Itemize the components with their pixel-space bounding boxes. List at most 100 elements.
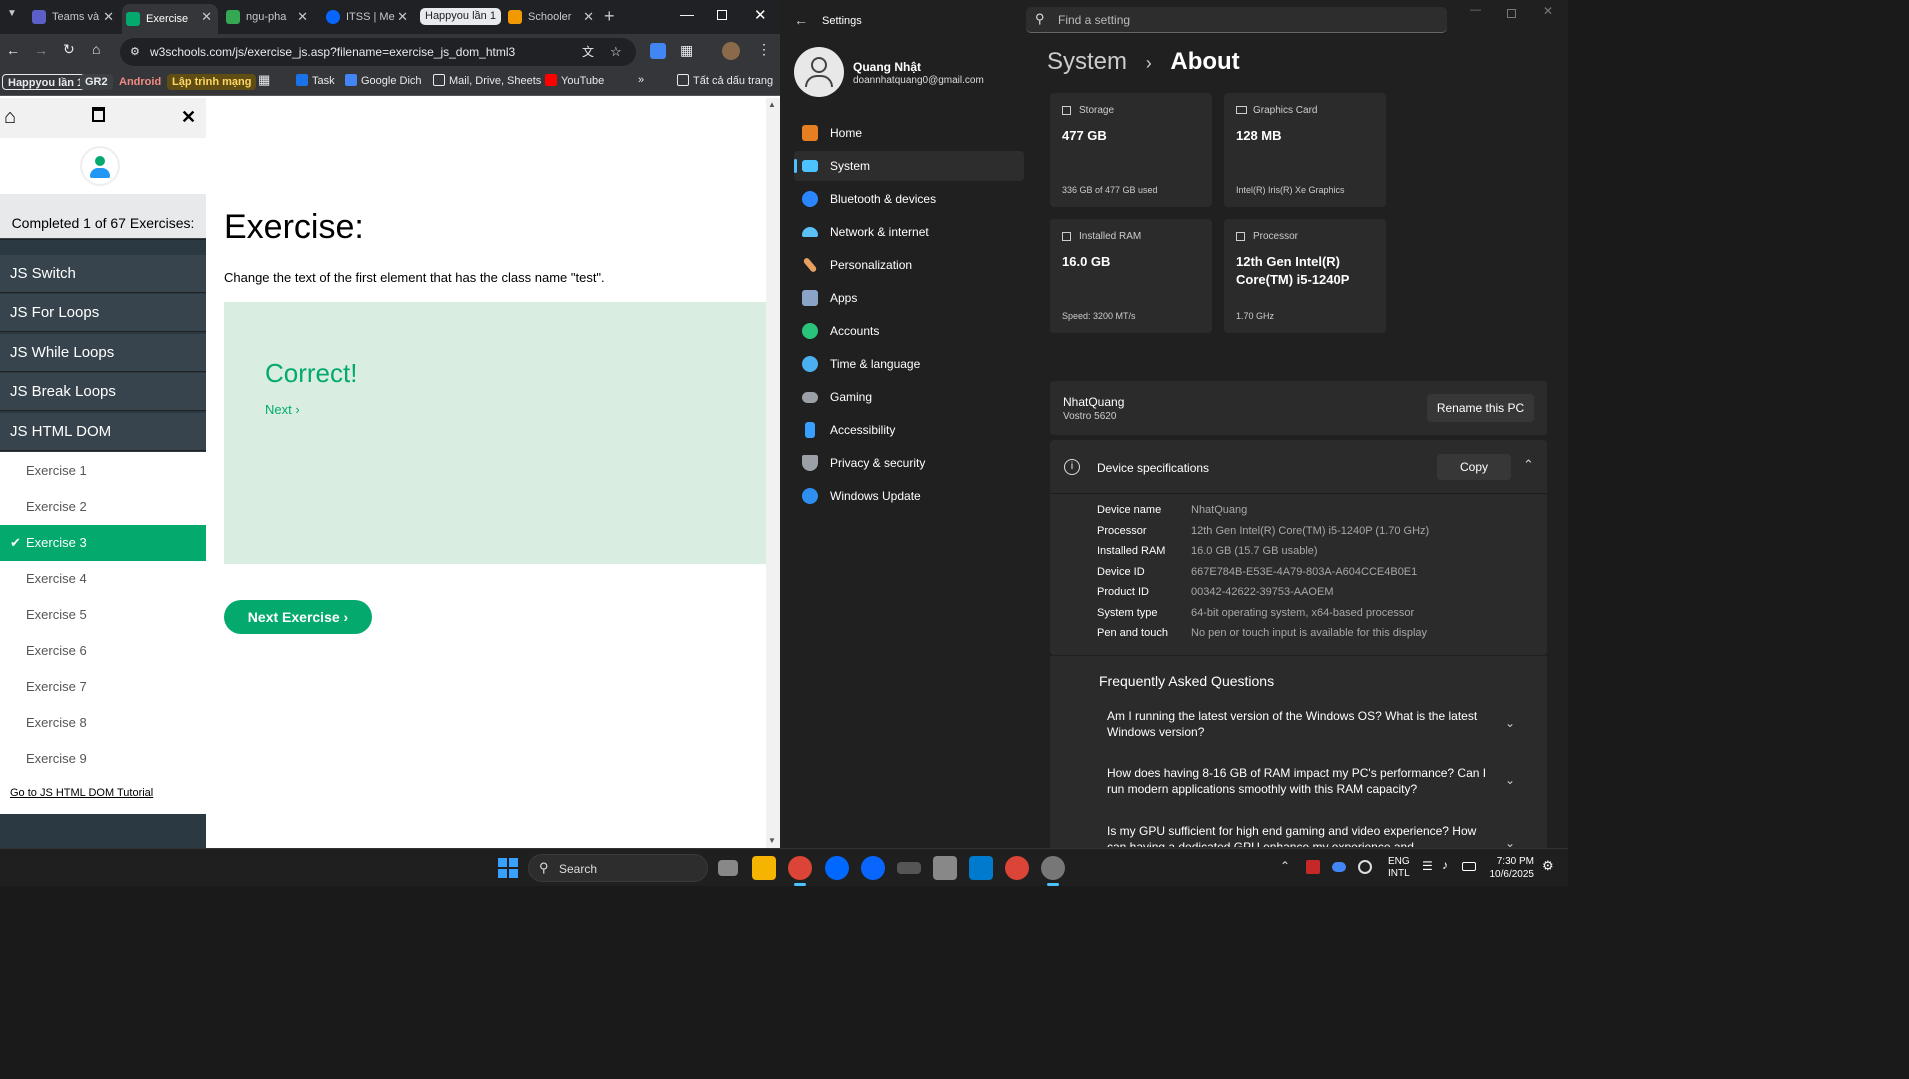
tray-app-icon[interactable] (1332, 862, 1346, 872)
volume-icon[interactable]: ♪ (1442, 858, 1448, 872)
copy-button[interactable]: Copy (1437, 454, 1511, 480)
scroll-down-icon[interactable]: ▼ (768, 836, 776, 845)
bookmark-group-gr2[interactable]: GR2 (80, 74, 113, 90)
processor-card[interactable]: Processor 12th Gen Intel(R) Core(TM) i5-… (1224, 219, 1386, 333)
nav-accessibility[interactable]: Accessibility (794, 415, 1024, 445)
file-explorer-icon[interactable] (752, 856, 776, 880)
chevron-up-icon[interactable]: ⌃ (1523, 457, 1534, 473)
exercise-item-8[interactable]: Exercise 8 (0, 705, 206, 741)
close-window-icon[interactable]: ✕ (1543, 4, 1553, 18)
next-link[interactable]: Next › (265, 402, 300, 417)
storage-card[interactable]: Storage 477 GB 336 GB of 477 GB used (1050, 93, 1212, 207)
close-icon[interactable]: ✕ (297, 9, 308, 25)
sidebar-item-break-loops[interactable]: JS Break Loops (0, 373, 206, 411)
avatar[interactable] (722, 42, 740, 60)
bookmark-task[interactable]: Task (296, 74, 335, 87)
close-icon[interactable]: ✕ (201, 9, 212, 25)
back-icon[interactable]: ← (794, 12, 808, 28)
close-icon[interactable]: ✕ (583, 9, 594, 25)
messenger-icon[interactable] (861, 856, 885, 880)
maximize-icon[interactable] (1507, 9, 1516, 18)
notification-bell-icon[interactable]: ⚙ (1542, 858, 1554, 874)
tray-app-icon[interactable] (1358, 860, 1372, 874)
settings-app-icon[interactable] (1041, 856, 1065, 880)
taskbar-search[interactable]: ⚲ Search (528, 854, 708, 882)
nav-windows-update[interactable]: Windows Update (794, 481, 1024, 511)
faq-item[interactable]: Is my GPU sufficient for high end gaming… (1107, 823, 1492, 847)
app-icon[interactable] (933, 856, 957, 880)
bookmark-group-ltm[interactable]: Lập trình mạng (167, 74, 257, 90)
user-icon[interactable] (80, 146, 120, 186)
tray-app-icon[interactable] (1306, 860, 1320, 874)
apps-grid-icon[interactable]: ▦ (258, 72, 270, 88)
sidebar-item-while-loops[interactable]: JS While Loops (0, 334, 206, 372)
minimize-icon[interactable]: — (1470, 4, 1481, 16)
faq-item[interactable]: How does having 8-16 GB of RAM impact my… (1107, 765, 1492, 797)
tab-teams[interactable]: Teams và ✕ (28, 4, 120, 30)
bookmark-all[interactable]: Tất cả dấu trang (677, 74, 773, 87)
chrome-profile-icon[interactable] (1005, 856, 1029, 880)
exercise-item-6[interactable]: Exercise 6 (0, 633, 206, 669)
nav-home[interactable]: Home (794, 118, 1024, 148)
sidebar-item-for-loops[interactable]: JS For Loops (0, 294, 206, 332)
tab-ngu-phap[interactable]: ngu-pha ✕ (222, 4, 314, 30)
search-input[interactable]: ⚲ Find a setting (1026, 7, 1447, 33)
vscode-icon[interactable] (969, 856, 993, 880)
address-bar[interactable]: ⚙ w3schools.com/js/exercise_js.asp?filen… (120, 38, 636, 66)
clock[interactable]: 7:30 PM 10/6/2025 (1486, 855, 1535, 881)
next-exercise-button[interactable]: Next Exercise › (224, 600, 372, 634)
google-translate-ext-icon[interactable] (650, 43, 666, 59)
forward-icon[interactable]: → (34, 42, 48, 58)
bookmark-star-icon[interactable]: ☆ (610, 38, 622, 66)
battery-icon[interactable] (1462, 862, 1476, 871)
exercise-item-1[interactable]: Exercise 1 (0, 453, 206, 489)
extensions-icon[interactable]: ▦ (680, 42, 693, 59)
trash-icon[interactable] (92, 107, 105, 122)
wifi-icon[interactable]: ☰ (1422, 859, 1433, 873)
close-icon[interactable]: ✕ (181, 107, 196, 128)
tutorial-link[interactable]: Go to JS HTML DOM Tutorial (10, 787, 153, 799)
close-icon[interactable]: ✕ (103, 9, 114, 25)
new-tab-button[interactable]: + (604, 6, 615, 27)
nav-privacy[interactable]: Privacy & security (794, 448, 1024, 478)
task-view-icon[interactable] (718, 860, 738, 876)
site-info-icon[interactable]: ⚙ (130, 38, 140, 66)
nav-gaming[interactable]: Gaming (794, 382, 1024, 412)
exercise-item-3[interactable]: ✔ Exercise 3 (0, 525, 206, 561)
nav-accounts[interactable]: Accounts (794, 316, 1024, 346)
rename-pc-button[interactable]: Rename this PC (1427, 394, 1534, 422)
reload-icon[interactable]: ↻ (63, 41, 75, 58)
tab-exercise[interactable]: Exercise ✕ (122, 4, 218, 34)
nav-apps[interactable]: Apps (794, 283, 1024, 313)
home-icon[interactable]: ⌂ (92, 41, 100, 57)
chevron-down-icon[interactable]: ⌄ (1505, 773, 1515, 787)
close-window-icon[interactable]: ✕ (754, 6, 767, 24)
back-icon[interactable]: ← (6, 42, 20, 58)
ram-card[interactable]: Installed RAM 16.0 GB Speed: 3200 MT/s (1050, 219, 1212, 333)
minimize-icon[interactable]: — (680, 6, 694, 22)
bookmark-google-dich[interactable]: Google Dich (345, 74, 422, 87)
chevron-down-icon[interactable]: ⌄ (1505, 836, 1515, 848)
graphics-card[interactable]: Graphics Card 128 MB Intel(R) Iris(R) Xe… (1224, 93, 1386, 207)
tab-itss[interactable]: ITSS | Me ✕ (322, 4, 414, 30)
bookmark-youtube[interactable]: YouTube (545, 74, 604, 87)
chevron-up-icon[interactable]: ⌃ (1280, 859, 1290, 873)
exercise-item-5[interactable]: Exercise 5 (0, 597, 206, 633)
more-bookmarks-icon[interactable]: » (638, 74, 644, 86)
nav-network[interactable]: Network & internet (794, 217, 1024, 247)
user-avatar[interactable] (794, 47, 844, 97)
terminal-icon[interactable] (897, 862, 921, 874)
sidebar-item-switch[interactable]: JS Switch (0, 255, 206, 293)
tab-search-button[interactable]: ▼ (4, 8, 20, 24)
bookmark-group-android[interactable]: Android (114, 74, 166, 90)
bookmark-mail[interactable]: Mail, Drive, Sheets (433, 74, 541, 87)
maximize-icon[interactable] (717, 10, 727, 20)
scrollbar[interactable]: ▲ ▼ (766, 98, 780, 848)
tab-schooler[interactable]: Schooler ✕ (504, 4, 600, 30)
nav-personalization[interactable]: Personalization (794, 250, 1024, 280)
close-icon[interactable]: ✕ (397, 9, 408, 25)
zalo-icon[interactable] (825, 856, 849, 880)
scroll-up-icon[interactable]: ▲ (768, 100, 776, 109)
tab-group-label[interactable]: Happyou lần 1 (420, 8, 501, 25)
exercise-item-4[interactable]: Exercise 4 (0, 561, 206, 597)
